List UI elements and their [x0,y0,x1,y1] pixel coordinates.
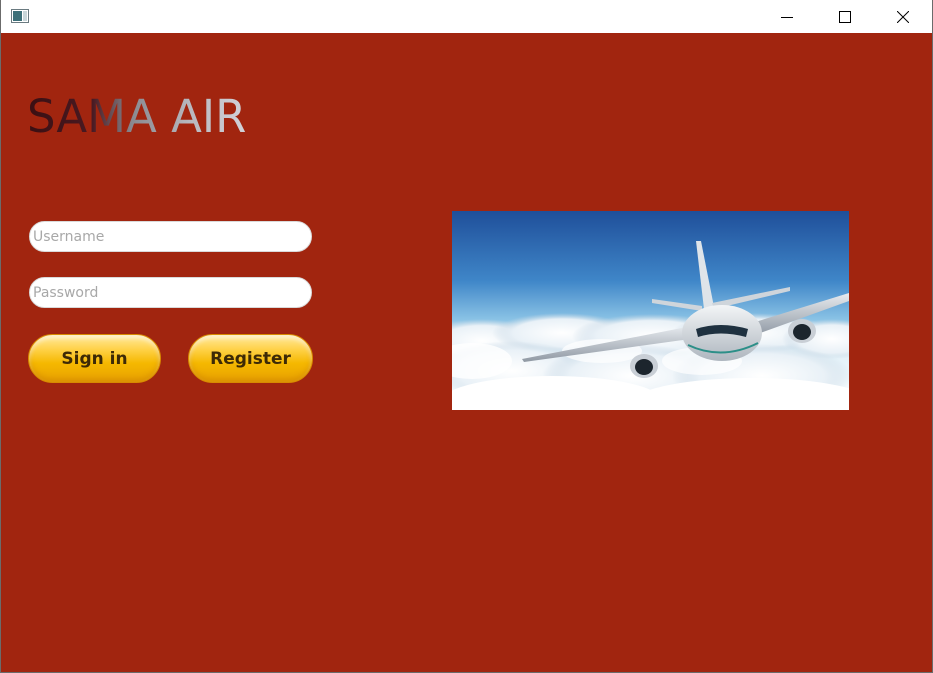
register-button[interactable]: Register [188,334,313,383]
airplane-image [452,211,849,410]
login-window: SAMA AIR Sign in Register [0,0,933,673]
title-bar[interactable] [1,0,932,33]
maximize-button[interactable] [816,0,874,33]
app-title: SAMA AIR [27,90,247,143]
close-button[interactable] [874,0,932,33]
maximize-icon [839,10,851,23]
window-app-icon [11,8,29,23]
sign-in-button[interactable]: Sign in [28,334,161,383]
close-icon [897,10,909,23]
minimize-icon [781,11,793,23]
password-field[interactable] [29,277,312,308]
username-field[interactable] [29,221,312,252]
minimize-button[interactable] [758,0,816,33]
